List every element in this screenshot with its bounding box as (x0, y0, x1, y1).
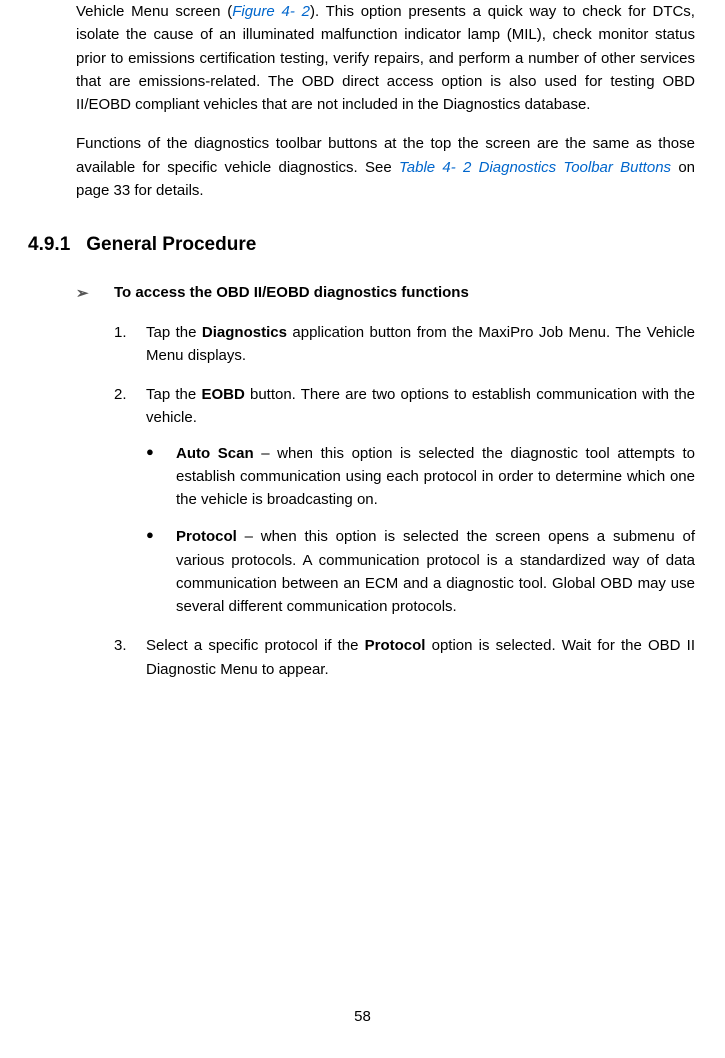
procedure-title: To access the OBD II/EOBD diagnostics fu… (114, 284, 469, 301)
table-reference: Table 4- 2 Diagnostics Toolbar Buttons (399, 159, 671, 176)
step-item: 2. Tap the EOBD button. There are two op… (114, 383, 695, 618)
procedure-block: ➢ To access the OBD II/EOBD diagnostics … (76, 281, 695, 681)
section-number: 4.9.1 (28, 230, 70, 259)
text: Tap the (146, 386, 201, 403)
right-arrow-icon: ➢ (76, 282, 89, 305)
step-number: 2. (114, 383, 127, 406)
bold-term: EOBD (201, 386, 244, 403)
bullet-marker: ● (146, 442, 154, 462)
section-heading: 4.9.1 General Procedure (28, 230, 695, 259)
bullet-body: – when this option is selected the diagn… (176, 445, 695, 509)
step-number: 3. (114, 634, 127, 657)
intro-paragraph-2: Functions of the diagnostics toolbar but… (76, 132, 695, 202)
figure-reference: Figure 4- 2 (232, 3, 310, 20)
bullet-item: ● Protocol – when this option is selected… (146, 525, 695, 618)
step-list: 1. Tap the Diagnostics application butto… (76, 321, 695, 681)
page-number: 58 (0, 1005, 725, 1028)
bullet-head-term: Protocol (176, 528, 237, 545)
bullet-body: – when this option is selected the scree… (176, 528, 695, 615)
text: Select a specific protocol if the (146, 637, 365, 654)
bullet-list: ● Auto Scan – when this option is selecte… (146, 442, 695, 619)
intro-paragraph-1: Vehicle Menu screen (Figure 4- 2). This … (76, 0, 695, 116)
step-item: 3. Select a specific protocol if the Pro… (114, 634, 695, 681)
procedure-heading: ➢ To access the OBD II/EOBD diagnostics … (76, 281, 695, 304)
bullet-marker: ● (146, 525, 154, 545)
text: Vehicle Menu screen ( (76, 3, 232, 20)
bullet-head-term: Auto Scan (176, 445, 254, 462)
bold-term: Diagnostics (202, 324, 287, 341)
step-item: 1. Tap the Diagnostics application butto… (114, 321, 695, 368)
bold-term: Protocol (365, 637, 426, 654)
section-title: General Procedure (86, 234, 256, 255)
bullet-item: ● Auto Scan – when this option is selecte… (146, 442, 695, 512)
text: Tap the (146, 324, 202, 341)
step-number: 1. (114, 321, 127, 344)
